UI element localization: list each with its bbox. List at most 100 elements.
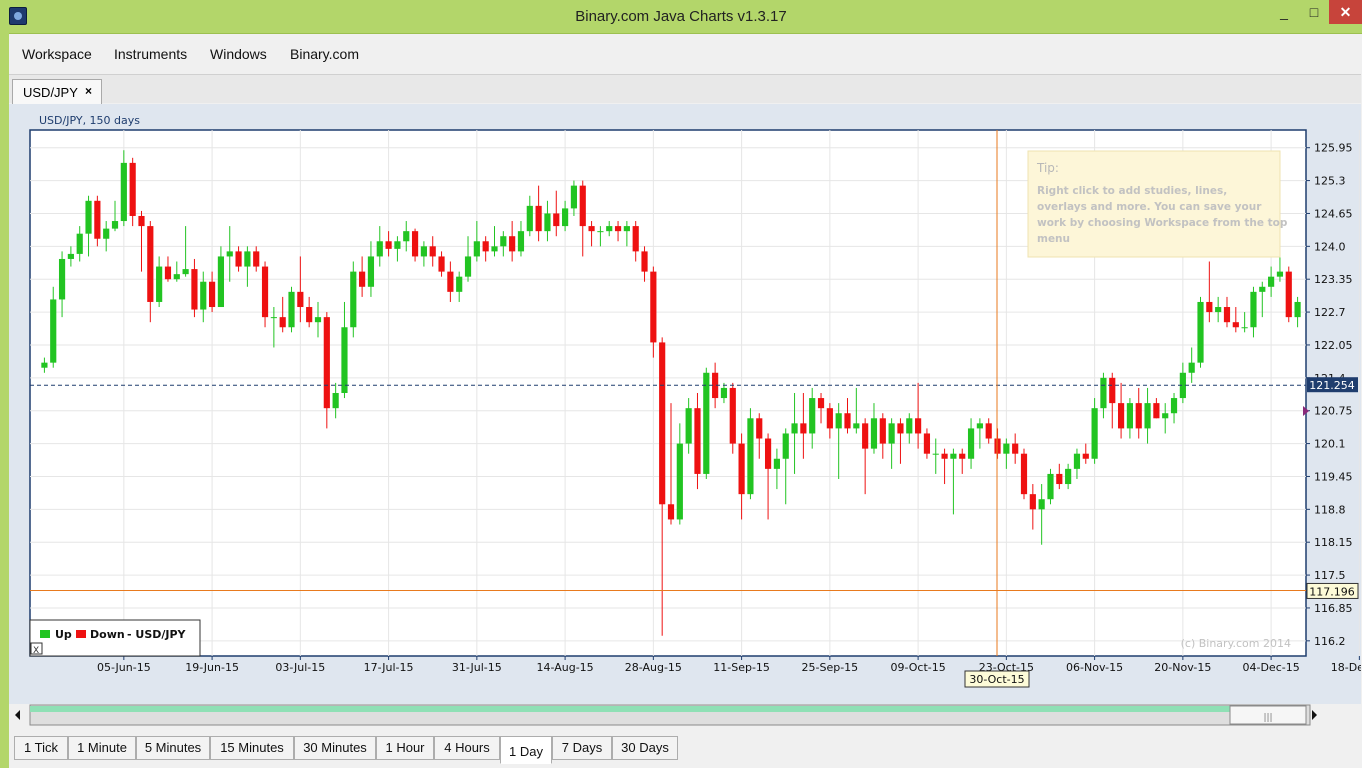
timeframe-1-hour[interactable]: 1 Hour <box>376 736 434 760</box>
candle-body <box>579 185 586 227</box>
candle-body <box>350 271 357 328</box>
candle-body <box>306 307 313 323</box>
timeframe-5-minutes[interactable]: 5 Minutes <box>136 736 210 760</box>
candle-body <box>111 221 119 229</box>
menu-workspace[interactable]: Workspace <box>22 46 92 62</box>
legend-down-label: Down <box>90 628 125 641</box>
candlestick-chart[interactable]: 125.95 125.3 124.65 124.0 123.35 122.7 122.05 1… <box>9 104 1361 704</box>
candle-body <box>756 418 763 439</box>
close-button[interactable]: ✕ <box>1329 0 1362 24</box>
candle-body <box>659 342 666 505</box>
candle-body <box>1109 377 1116 404</box>
candle-body <box>332 393 339 409</box>
timeframe-7-days[interactable]: 7 Days <box>552 736 612 760</box>
candle-body <box>67 253 74 259</box>
legend-instrument: - USD/JPY <box>127 628 187 641</box>
candle-body <box>1250 291 1257 328</box>
window-title: Binary.com Java Charts v1.3.17 <box>575 8 787 25</box>
chart-panel[interactable]: 125.95 125.3 124.65 124.0 123.35 122.7 122.05 1… <box>9 104 1361 704</box>
candle[interactable] <box>703 367 710 479</box>
y-tick-label: 117.5 <box>1314 569 1346 582</box>
tab-label: USD/JPY <box>23 85 78 100</box>
candle-body <box>526 205 533 232</box>
svg-text:121.254: 121.254 <box>1309 379 1355 392</box>
crosshair-date-label: 30-Oct-15 <box>964 670 1030 688</box>
candle-body <box>791 423 798 434</box>
candle-body <box>809 398 816 434</box>
candle-body <box>1197 301 1204 363</box>
minimize-button[interactable]: _ <box>1270 0 1298 24</box>
candle-body <box>1232 322 1239 328</box>
y-tick-label: 125.3 <box>1314 175 1346 188</box>
timeframe-30-days[interactable]: 30 Days <box>612 736 678 760</box>
candle-body <box>1126 403 1133 429</box>
candle[interactable] <box>1047 468 1054 505</box>
candle-body <box>1029 494 1036 510</box>
tab-usdjpy[interactable]: USD/JPY × <box>12 79 102 104</box>
candle-body <box>411 231 419 257</box>
y-tick-label: 120.1 <box>1314 438 1346 451</box>
candle-body <box>103 228 110 239</box>
menu-binary-com[interactable]: Binary.com <box>290 46 359 62</box>
candle[interactable] <box>350 261 357 338</box>
timeframe-1-minute[interactable]: 1 Minute <box>68 736 136 760</box>
timeframe-30-minutes[interactable]: 30 Minutes <box>294 736 376 760</box>
x-tick-label: 18-Dec-15 <box>1331 661 1361 674</box>
x-tick-label: 06-Nov-15 <box>1066 661 1123 674</box>
maximize-button[interactable]: □ <box>1300 0 1328 24</box>
candle-body <box>994 438 1001 454</box>
candle[interactable] <box>729 382 736 454</box>
candle-body <box>1223 307 1231 323</box>
candle-body <box>941 453 948 459</box>
tab-bar: USD/JPY × <box>9 75 1361 104</box>
candle-body <box>1056 473 1063 485</box>
candle[interactable] <box>129 157 136 227</box>
navigator-preview <box>30 706 1230 712</box>
candle-body <box>1100 377 1107 409</box>
timeframe-1-tick[interactable]: 1 Tick <box>14 736 68 760</box>
x-tick-label: 09-Oct-15 <box>890 661 945 674</box>
candle-body <box>191 269 198 310</box>
candle-body <box>50 299 57 363</box>
tab-close-icon[interactable]: × <box>85 84 92 98</box>
candle[interactable] <box>288 286 295 333</box>
candle-body <box>729 387 736 444</box>
menu-windows[interactable]: Windows <box>210 46 267 62</box>
candle-body <box>535 205 542 232</box>
candle-body <box>314 317 322 323</box>
y-tick-label: 124.65 <box>1314 207 1353 220</box>
candle[interactable] <box>1020 448 1028 500</box>
x-tick-label: 28-Aug-15 <box>625 661 682 674</box>
x-tick-label: 17-Jul-15 <box>364 661 414 674</box>
candle-body <box>1268 276 1275 287</box>
candle-body <box>1082 453 1089 459</box>
menu-instruments[interactable]: Instruments <box>114 46 187 62</box>
candle-body <box>703 372 710 474</box>
candle[interactable] <box>747 408 754 500</box>
candle-body <box>844 413 851 429</box>
timeframe-1-day[interactable]: 1 Day <box>500 736 552 764</box>
y-tick-label: 118.15 <box>1314 536 1353 549</box>
candle[interactable] <box>94 195 101 247</box>
timeframe-15-minutes[interactable]: 15 Minutes <box>210 736 294 760</box>
timeframe-4-hours[interactable]: 4 Hours <box>434 736 500 760</box>
navigator-scrollbar[interactable]: ||| <box>14 704 1318 726</box>
y-tick-label: 122.05 <box>1314 339 1353 352</box>
tip-box: Tip: Right click to add studies, lines, … <box>1027 150 1288 258</box>
candle-body <box>1206 301 1213 313</box>
candle-body <box>853 423 860 429</box>
candle-body <box>217 256 225 308</box>
y-tick-label: 116.2 <box>1314 635 1346 648</box>
candle-body <box>1038 499 1045 510</box>
candle-body <box>129 162 136 216</box>
candle-body <box>394 241 401 249</box>
candle-body <box>456 276 463 292</box>
candle-body <box>888 423 895 444</box>
candle-body <box>420 246 427 257</box>
candle-body <box>570 185 578 209</box>
candle[interactable] <box>1285 266 1292 323</box>
candle[interactable] <box>1197 296 1204 368</box>
chart-legend: Up Down - USD/JPY X <box>29 619 201 657</box>
candle-body <box>1065 468 1072 485</box>
candle-body <box>1188 362 1195 373</box>
